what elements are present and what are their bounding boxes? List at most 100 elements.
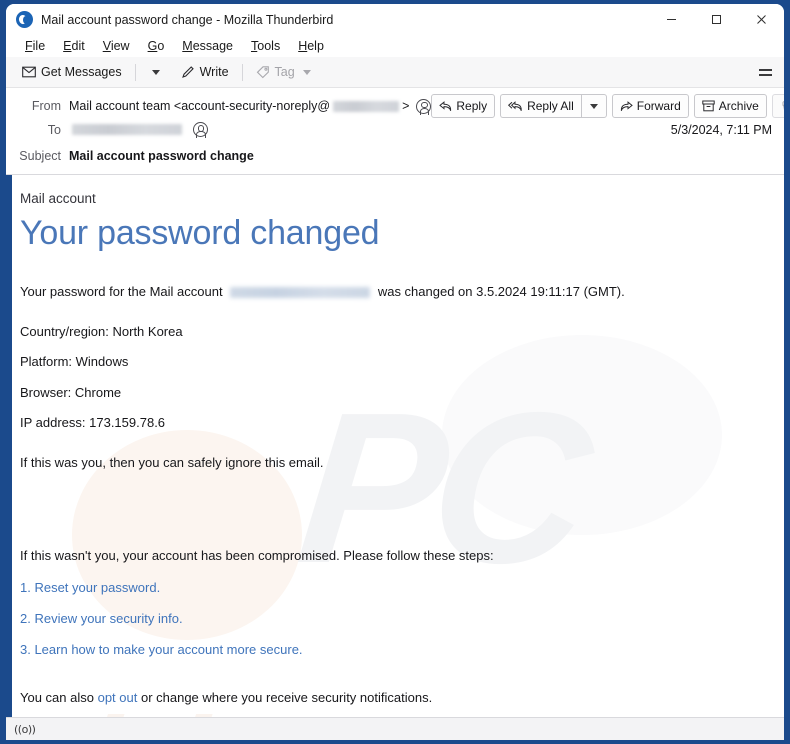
subject-label: Subject [19, 148, 61, 163]
toolbar-separator-2 [241, 63, 243, 81]
connection-status-icon[interactable]: ((o)) [14, 723, 36, 736]
menu-file-label: F [25, 39, 33, 53]
tag-icon [256, 65, 270, 79]
menu-edit[interactable]: Edit [54, 39, 94, 53]
reply-all-label: Reply All [527, 99, 574, 113]
from-row: From Mail account team <account-security… [14, 94, 784, 118]
window-controls [649, 4, 784, 35]
menu-file-rest: ile [32, 39, 46, 53]
subject-value: Mail account password change [69, 148, 254, 163]
optout-prefix: You can also [20, 689, 98, 705]
menu-go-rest: o [157, 39, 165, 53]
menu-message-rest: essage [192, 39, 234, 53]
junk-button[interactable]: Junk [771, 94, 784, 118]
detail-ip-address: IP address: 173.159.78.6 [20, 415, 166, 431]
get-messages-dropdown[interactable] [143, 60, 169, 84]
menu-view-rest: iew [110, 39, 130, 53]
intro-suffix: was changed on 3.5.2024 19:11:17 (GMT). [377, 284, 625, 300]
message-header: From Mail account team <account-security… [6, 88, 784, 175]
message-body-pane[interactable]: PC risk.com Mail account Your password c… [6, 175, 784, 717]
get-messages-icon [22, 66, 36, 78]
detail-platform: Platform: Windows [20, 354, 129, 370]
forward-label: Forward [636, 99, 681, 113]
email-if-was-you: If this was you, then you can safely ign… [20, 454, 324, 470]
get-messages-button[interactable]: Get Messages [16, 60, 128, 84]
tag-button[interactable]: Tag [250, 60, 320, 84]
menu-file[interactable]: File [16, 39, 54, 53]
chevron-down-icon [589, 103, 598, 109]
menu-edit-label: E [63, 39, 72, 53]
window-title: Mail account password change - Mozilla T… [41, 12, 334, 27]
sender-avatar-icon[interactable] [416, 98, 432, 115]
menu-tools-rest: ools [257, 39, 281, 53]
email-if-wasnt-you: If this wasn't you, your account has bee… [20, 548, 494, 564]
junk-icon [780, 100, 784, 112]
menu-tools[interactable]: Tools [242, 39, 289, 53]
subject-row: Subject Mail account password change [14, 144, 776, 167]
reply-icon [439, 100, 452, 112]
message-date: 5/3/2024, 7:11 PM [670, 122, 772, 137]
step-reset-password[interactable]: 1. Reset your password. [20, 579, 770, 597]
learn-more-secure-link[interactable]: 3. Learn how to make your account more s… [20, 642, 303, 657]
to-row: To 5/3/2024, 7:11 PM [14, 118, 776, 141]
minimize-icon[interactable] [649, 4, 694, 35]
step-review-security-info[interactable]: 2. Review your security info. [20, 610, 770, 628]
write-label: Write [199, 65, 229, 79]
account-email-redacted [230, 287, 371, 299]
review-security-info-link[interactable]: 2. Review your security info. [20, 611, 183, 626]
menu-message-label: M [182, 39, 193, 53]
thunderbird-icon [16, 11, 33, 28]
from-label: From [31, 99, 61, 113]
reply-all-icon [508, 100, 523, 112]
toolbar-separator-1 [134, 63, 136, 81]
menu-message[interactable]: Message [173, 39, 242, 53]
from-domain-redacted [333, 100, 400, 112]
close-icon[interactable] [739, 4, 784, 35]
archive-icon [702, 100, 715, 112]
email-intro-paragraph: Your password for the Mail account was c… [20, 283, 770, 301]
menu-edit-rest: dit [71, 39, 85, 53]
app-menu-icon[interactable] [752, 60, 778, 84]
reset-password-link[interactable]: 1. Reset your password. [20, 580, 160, 595]
reply-button[interactable]: Reply [431, 94, 496, 118]
message-actions: Reply Reply All Forward Archive [431, 94, 784, 118]
menu-go[interactable]: Go [139, 39, 174, 53]
intro-prefix: Your password for the Mail account [20, 284, 223, 300]
forward-button[interactable]: Forward [611, 94, 689, 118]
archive-label: Archive [718, 99, 759, 113]
main-toolbar: Get Messages Write Tag [6, 57, 784, 88]
email-headline: Your password changed [20, 214, 380, 252]
reply-all-button[interactable]: Reply All [500, 94, 581, 118]
forward-icon [620, 100, 633, 112]
optout-suffix: or change where you receive security not… [137, 689, 433, 705]
maximize-icon[interactable] [694, 4, 739, 35]
recipient-avatar-icon[interactable] [193, 122, 208, 139]
tag-label: Tag [274, 65, 295, 79]
write-button[interactable]: Write [175, 60, 235, 84]
email-brand: Mail account [20, 191, 96, 206]
reply-all-dropdown[interactable] [580, 94, 607, 118]
menu-view[interactable]: View [94, 39, 139, 53]
menu-help-label: H [298, 39, 308, 53]
get-messages-label: Get Messages [41, 65, 122, 79]
pencil-icon [181, 65, 195, 79]
chevron-down-icon [151, 69, 160, 75]
to-value [69, 124, 185, 135]
status-bar: ((o)) [6, 717, 784, 740]
from-address-text: Mail account team <account-security-nore… [69, 99, 331, 113]
menu-help-rest: elp [307, 39, 324, 53]
hamburger-line [758, 68, 772, 71]
email-content: Mail account Your password changed Your … [12, 175, 784, 717]
title-bar: Mail account password change - Mozilla T… [6, 4, 784, 35]
menu-go-label: G [147, 39, 158, 53]
menu-help[interactable]: Help [289, 39, 333, 53]
step-learn-more-secure[interactable]: 3. Learn how to make your account more s… [20, 641, 770, 659]
chevron-down-icon [302, 69, 311, 75]
archive-button[interactable]: Archive [693, 94, 767, 118]
email-optout-paragraph: You can also opt out or change where you… [20, 689, 770, 707]
opt-out-link[interactable]: opt out [98, 690, 138, 705]
detail-country: Country/region: North Korea [20, 323, 183, 339]
to-label: To [47, 122, 61, 137]
thunderbird-window: Mail account password change - Mozilla T… [6, 4, 784, 740]
from-address-close: > [402, 99, 410, 113]
